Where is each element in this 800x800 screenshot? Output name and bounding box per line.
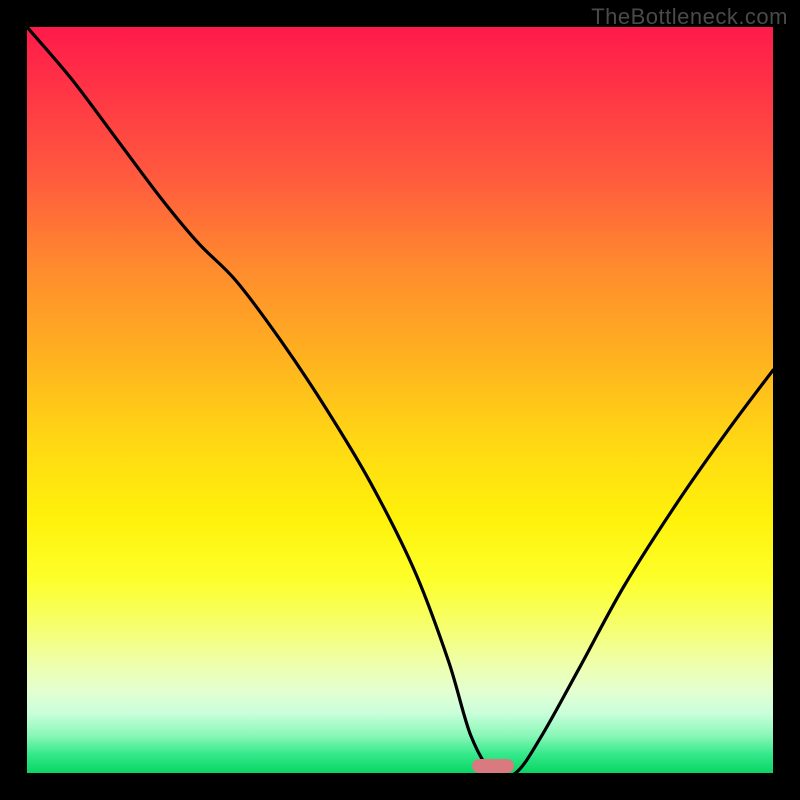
optimal-marker [472, 759, 514, 773]
chart-frame: TheBottleneck.com [0, 0, 800, 800]
bottleneck-curve [27, 27, 773, 773]
watermark-text: TheBottleneck.com [591, 4, 788, 30]
plot-area [27, 27, 773, 773]
